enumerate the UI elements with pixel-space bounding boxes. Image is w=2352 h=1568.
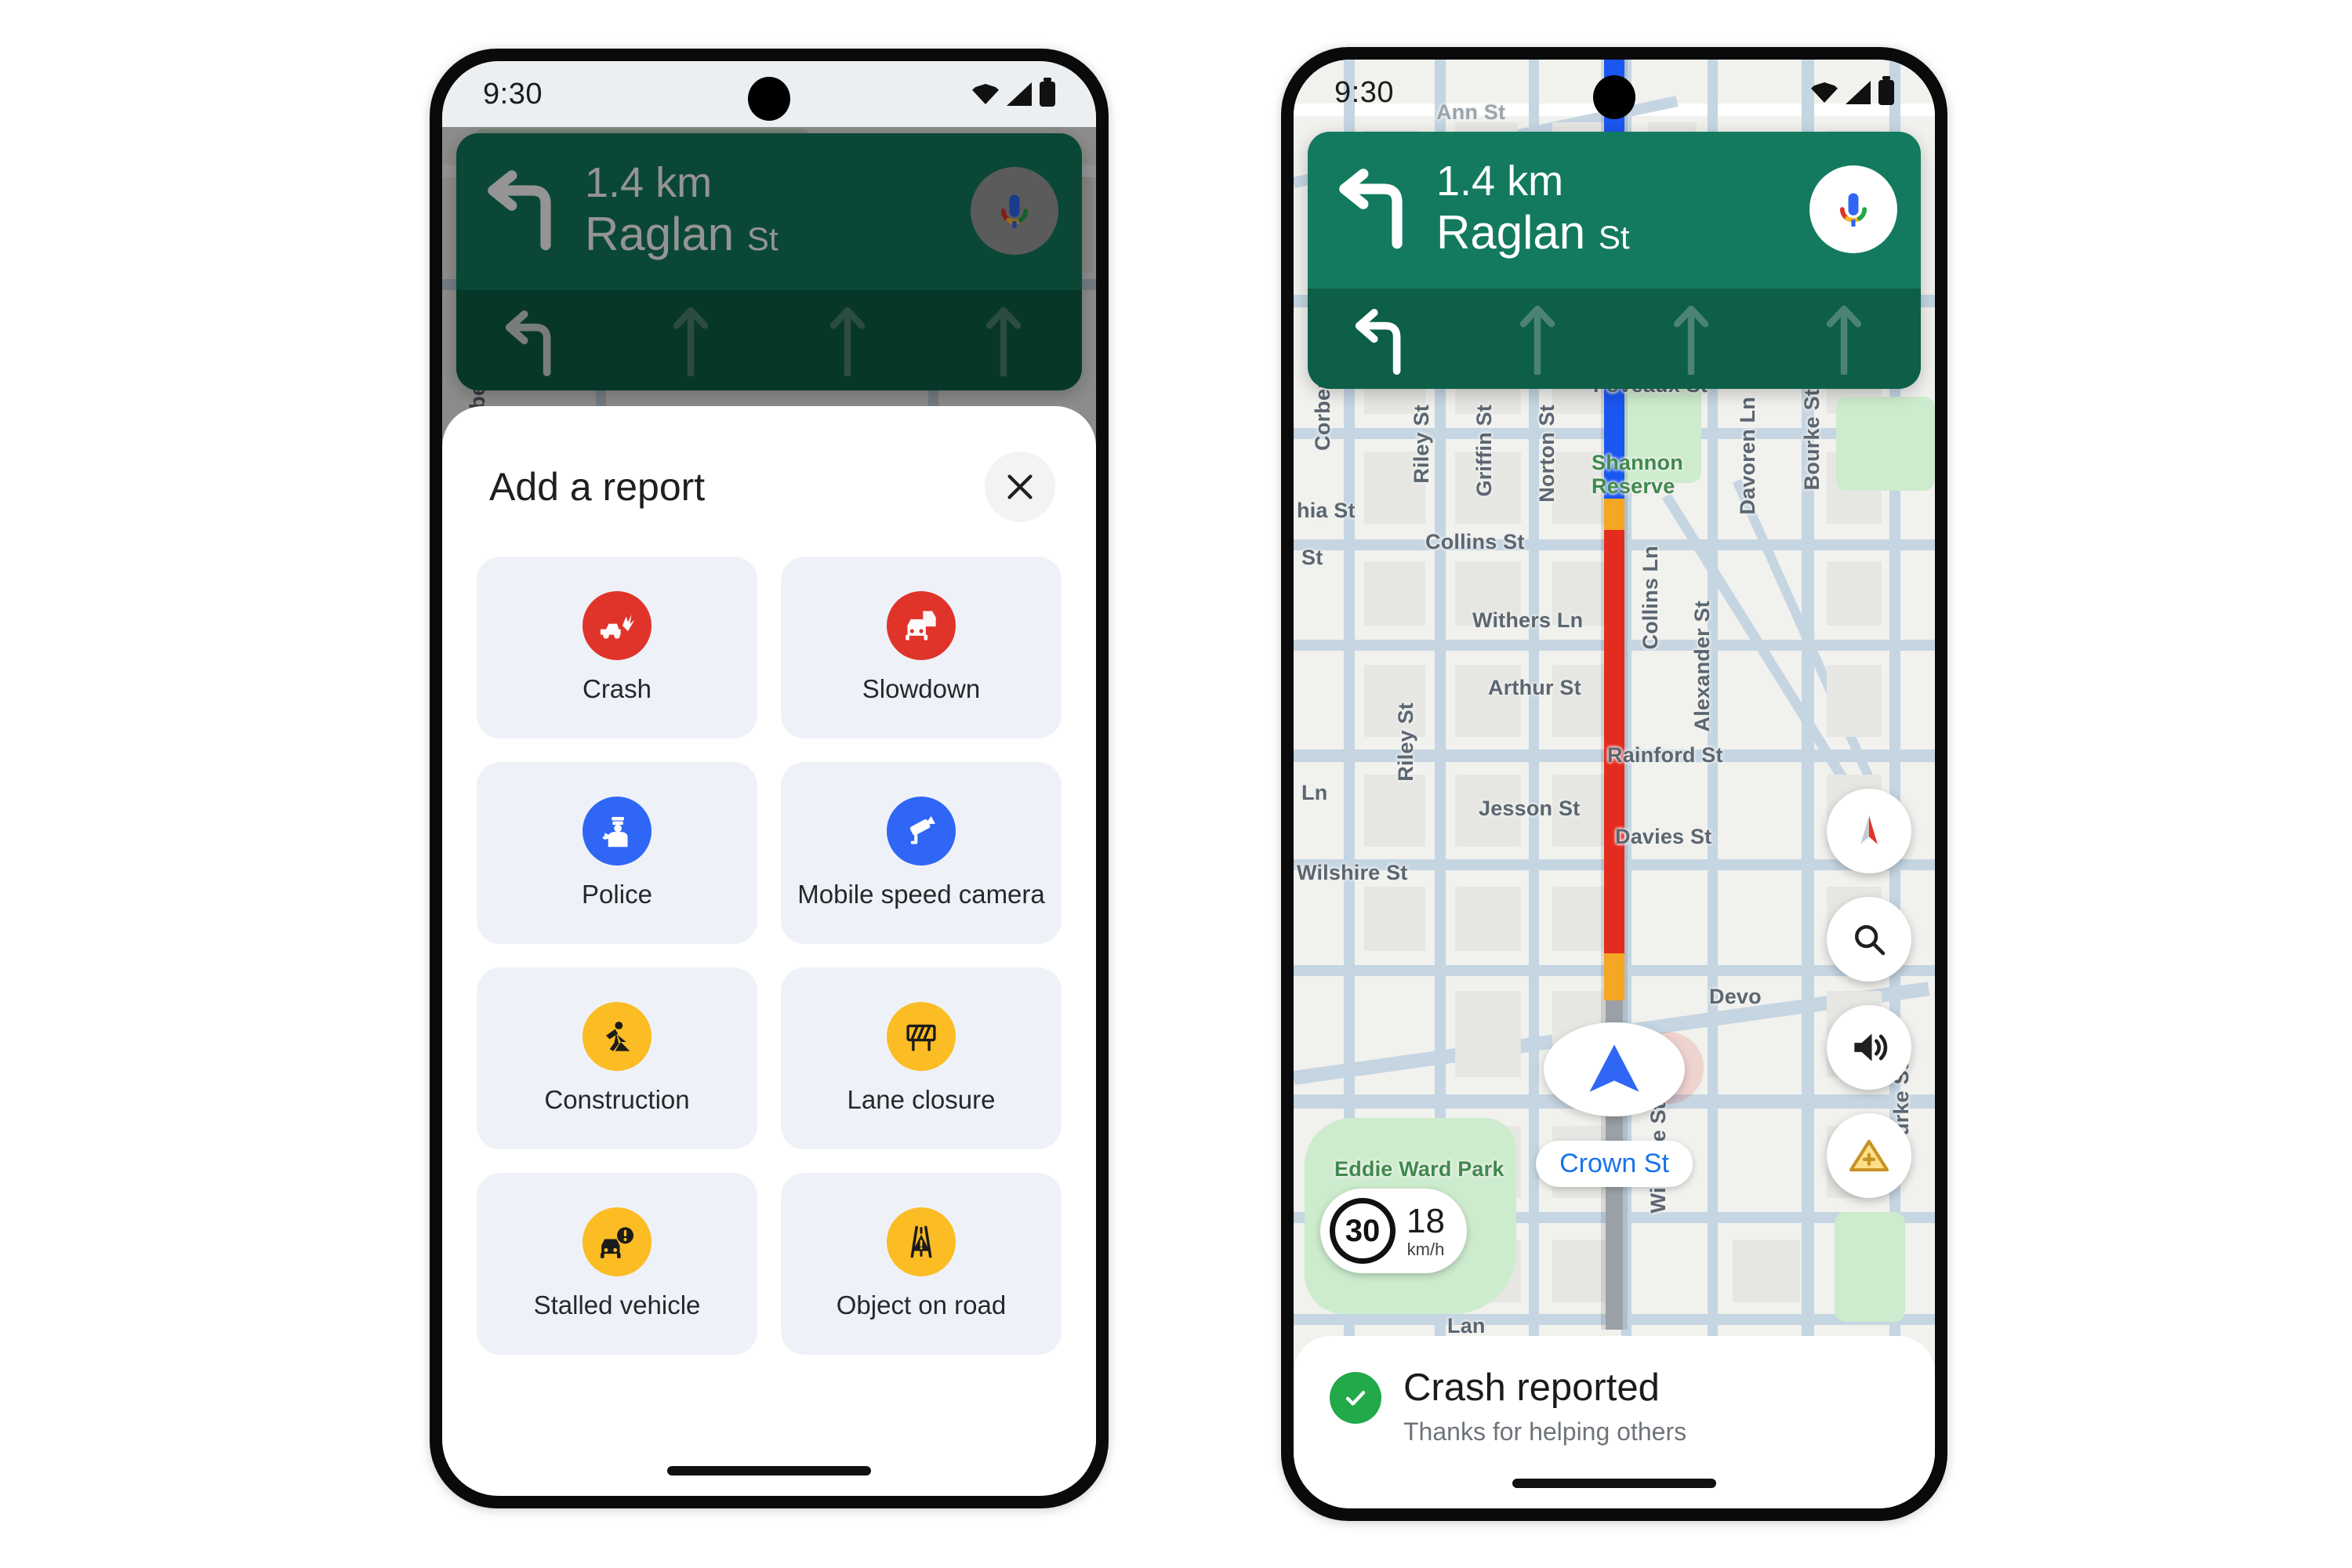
map-controls	[1827, 789, 1911, 1198]
lane-straight-2	[1614, 299, 1768, 375]
report-tile-label: Crash	[582, 673, 652, 703]
speed-camera-icon	[887, 796, 956, 866]
traffic-slowdown-icon	[887, 590, 956, 660]
report-tile-object-on-road[interactable]: Object on road	[781, 1173, 1062, 1355]
report-tile-label: Stalled vehicle	[533, 1290, 701, 1319]
nav-street-suffix: St	[1598, 218, 1630, 256]
front-camera-punchhole	[748, 77, 790, 121]
screenshot-canvas: Reserve Corben St 1.4 km Raglan St	[0, 0, 2352, 1568]
phone-left-screen: Reserve Corben St 1.4 km Raglan St	[442, 61, 1096, 1496]
current-speed: 18 km/h	[1406, 1201, 1445, 1259]
current-street-chip: Crown St	[1536, 1141, 1693, 1187]
nav-street: Raglan St	[1436, 205, 1809, 260]
report-tile-crash[interactable]: Crash	[477, 557, 757, 739]
close-icon[interactable]	[985, 452, 1055, 522]
map-label-riley-st: Riley St	[1410, 405, 1433, 484]
map-label-griffin-st: Griffin St	[1472, 405, 1496, 497]
phone-right-crash-reported: Ann St Corben St Riley St Griffin St Nor…	[1281, 47, 1947, 1521]
route-segment-moderate-2	[1604, 953, 1624, 1000]
turn-left-arrow-icon	[1331, 161, 1425, 259]
stalled-car-icon	[583, 1207, 652, 1276]
front-camera-punchhole	[1593, 75, 1635, 119]
map-label-ln: Ln	[1301, 781, 1328, 804]
report-tile-label: Mobile speed camera	[797, 879, 1045, 909]
map-label-davies-st: Davies St	[1615, 825, 1712, 848]
map-label-eddie-ward-park: Eddie Ward Park	[1334, 1157, 1504, 1181]
map-label-bourke-st: Bourke St	[1800, 389, 1824, 491]
map-label-rainford-st: Rainford St	[1607, 743, 1723, 767]
navigation-arrow-icon	[1544, 1022, 1685, 1116]
add-report-sheet: Add a report Crash Slowdown Police Mobil…	[442, 406, 1096, 1496]
home-indicator-left[interactable]	[667, 1466, 871, 1475]
phone-left-add-report: Reserve Corben St 1.4 km Raglan St	[430, 49, 1109, 1508]
map-label-davoren-ln: Davoren Ln	[1736, 397, 1759, 515]
map-label-riley-st-2: Riley St	[1394, 702, 1417, 782]
volume-icon[interactable]	[1827, 1005, 1911, 1090]
lane-straight-3	[1768, 299, 1922, 375]
map-label-norton-st: Norton St	[1535, 405, 1559, 503]
report-tile-slowdown[interactable]: Slowdown	[781, 557, 1062, 739]
crash-reported-text: Crash reported Thanks for helping others	[1403, 1367, 1686, 1446]
construction-worker-icon	[583, 1001, 652, 1071]
road-barrier-icon	[887, 1001, 956, 1071]
report-tile-label: Object on road	[836, 1290, 1007, 1319]
speed-limit-value: 30	[1330, 1198, 1396, 1264]
map-label-collins-ln: Collins Ln	[1639, 546, 1662, 650]
map-label-devo: Devo	[1709, 985, 1762, 1008]
home-indicator-right[interactable]	[1512, 1479, 1716, 1488]
map-label-arthur-st: Arthur St	[1488, 676, 1581, 699]
lane-guidance-right	[1308, 289, 1921, 389]
speed-widget: 30 18 km/h	[1320, 1189, 1467, 1273]
nav-main-right: 1.4 km Raglan St	[1308, 132, 1921, 289]
map-label-hia-st: hia St	[1297, 499, 1356, 522]
report-tile-police[interactable]: Police	[477, 762, 757, 944]
report-tile-mobile-speed-camera[interactable]: Mobile speed camera	[781, 762, 1062, 944]
search-icon[interactable]	[1827, 897, 1911, 982]
map-label-collins-st: Collins St	[1425, 530, 1525, 554]
nav-texts-right: 1.4 km Raglan St	[1425, 159, 1809, 260]
map-label-jesson-st: Jesson St	[1479, 797, 1581, 820]
route-segment-heavy	[1604, 530, 1624, 953]
police-officer-icon	[583, 796, 652, 866]
report-warning-plus-icon[interactable]	[1827, 1113, 1911, 1198]
phone-right-screen: Ann St Corben St Riley St Griffin St Nor…	[1294, 60, 1935, 1508]
report-tile-stalled-vehicle[interactable]: Stalled vehicle	[477, 1173, 757, 1355]
check-circle-icon	[1330, 1372, 1381, 1424]
object-on-road-icon	[887, 1207, 956, 1276]
map-label-wilshire-partial: Wilshire St	[1297, 861, 1408, 884]
map-label-ann-st: Ann St	[1436, 100, 1506, 124]
crash-reported-title: Crash reported	[1403, 1367, 1660, 1409]
lane-straight-1	[1461, 299, 1615, 375]
sheet-title: Add a report	[489, 465, 706, 509]
route-segment-moderate-1	[1604, 499, 1624, 530]
report-tile-label: Slowdown	[862, 673, 981, 703]
map-label-st: St	[1301, 546, 1323, 569]
map-label-shannon-reserve: Shannon Reserve	[1592, 451, 1683, 498]
nav-street-name: Raglan	[1436, 205, 1586, 259]
map-label-withers-ln: Withers Ln	[1472, 608, 1584, 632]
report-tile-label: Construction	[544, 1084, 690, 1114]
report-tile-lane-closure[interactable]: Lane closure	[781, 967, 1062, 1149]
report-tile-construction[interactable]: Construction	[477, 967, 757, 1149]
map-label-lan: Lan	[1447, 1314, 1486, 1338]
nav-distance: 1.4 km	[1436, 158, 1564, 205]
google-assistant-mic-icon[interactable]	[1809, 165, 1897, 253]
crash-reported-subtitle: Thanks for helping others	[1403, 1417, 1687, 1446]
lane-turn-left	[1308, 299, 1461, 375]
sheet-header: Add a report	[477, 442, 1062, 522]
navigation-header-right: 1.4 km Raglan St	[1308, 132, 1921, 389]
map-label-alexander-st: Alexander St	[1690, 601, 1714, 732]
car-crash-icon	[583, 590, 652, 660]
report-tile-label: Police	[582, 879, 652, 909]
current-speed-unit: km/h	[1406, 1239, 1445, 1259]
compass-icon[interactable]	[1827, 789, 1911, 873]
current-speed-value: 18	[1406, 1201, 1445, 1240]
report-tile-label: Lane closure	[847, 1084, 996, 1114]
report-type-grid: Crash Slowdown Police Mobile speed camer…	[477, 557, 1062, 1355]
